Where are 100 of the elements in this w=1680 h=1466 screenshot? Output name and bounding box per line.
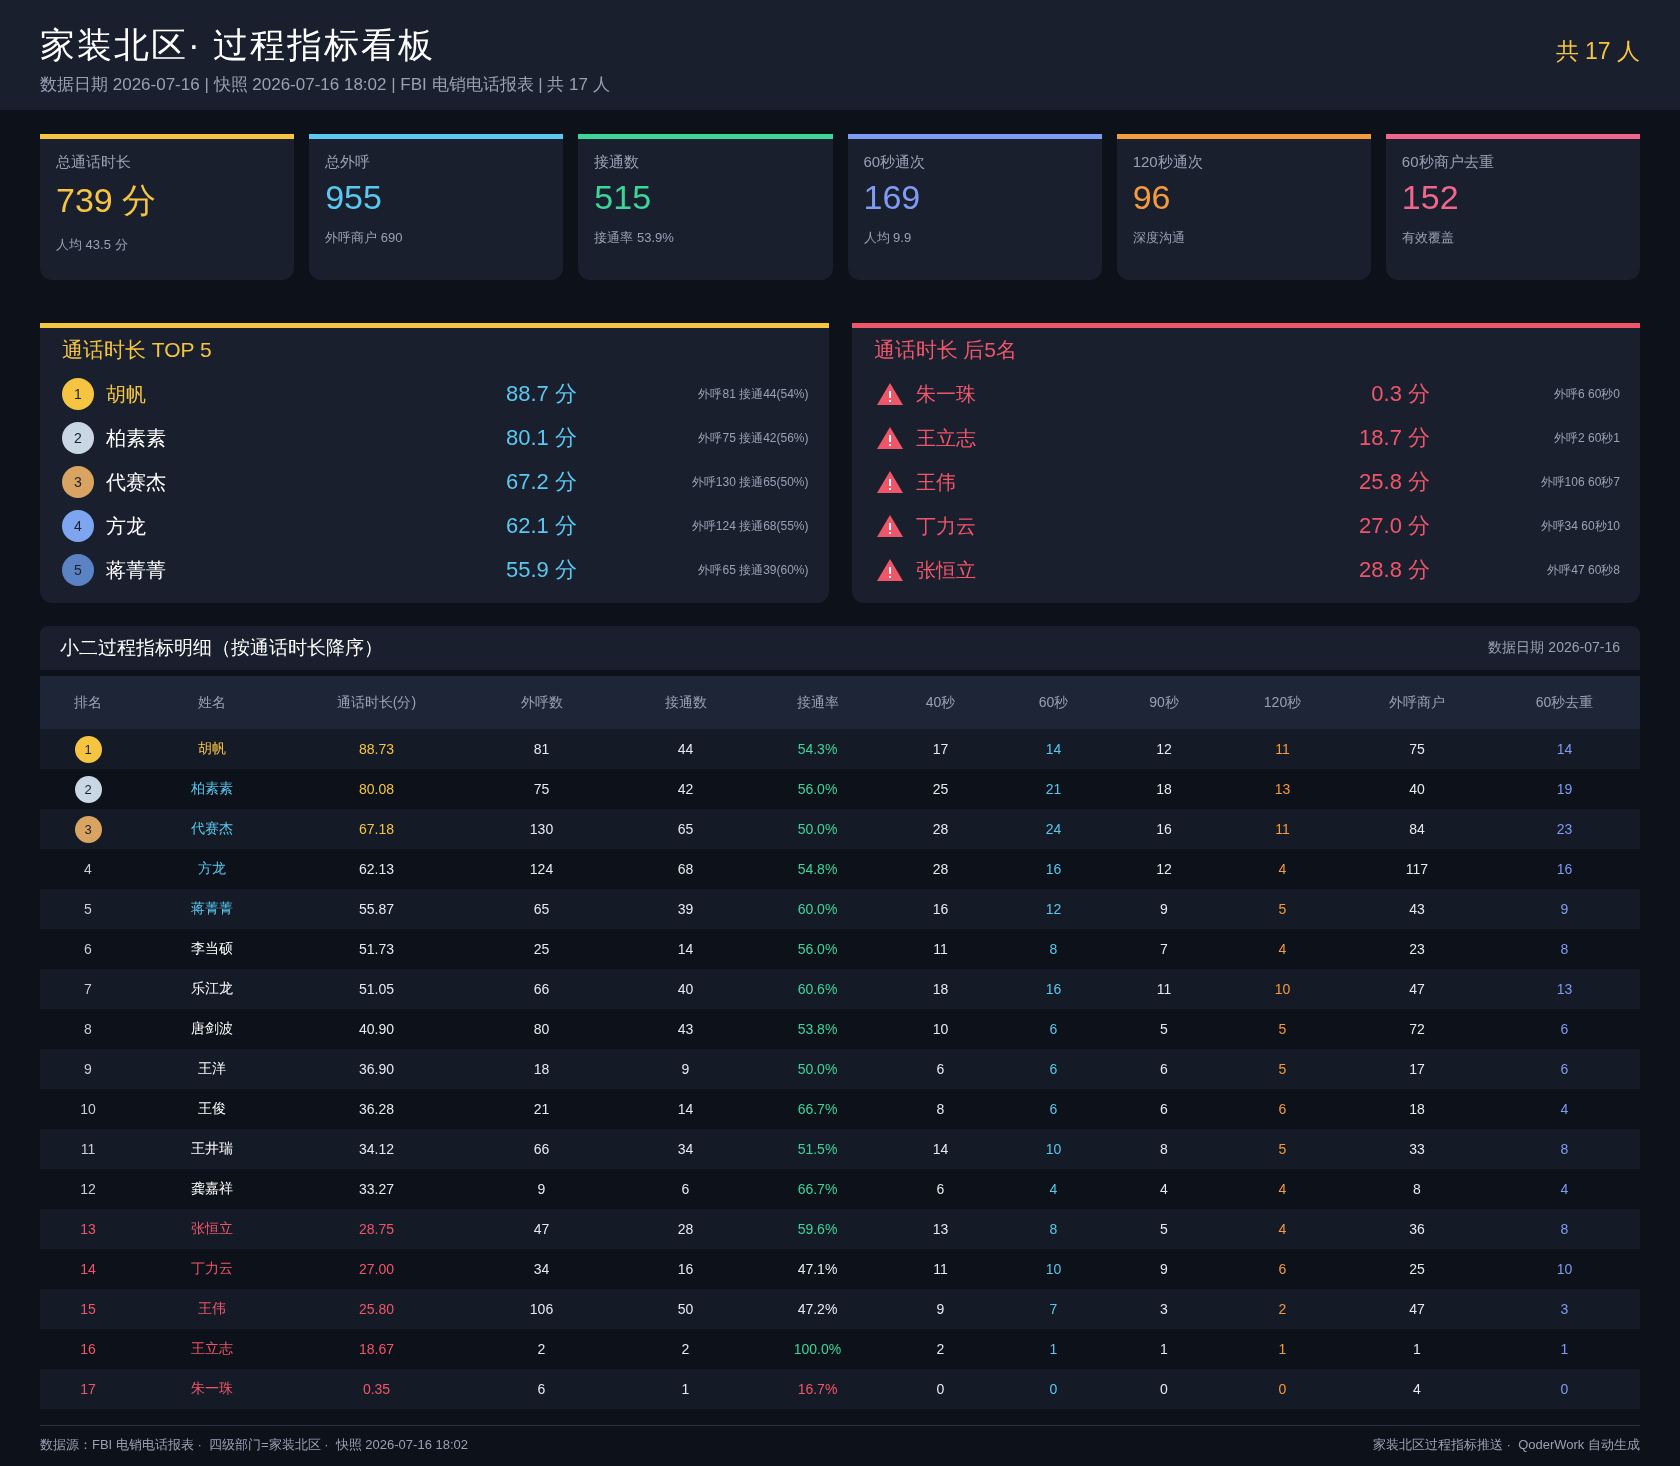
table-cell-text: 56.0% [796, 781, 839, 797]
table-cell-text: 54.3% [796, 741, 839, 757]
kpi-label: 接通数 [594, 153, 641, 172]
table-cell-text: 丁力云 [190, 1260, 234, 1278]
duration-value: 28.8 分 [1358, 556, 1430, 584]
table-cell-text: 9 [536, 1181, 547, 1197]
table-cell-text: 9 [1559, 901, 1570, 917]
table-cell-text: 8 [1048, 941, 1059, 957]
table-cell-text: 5 [1277, 1021, 1288, 1037]
table-cell-text: 28 [676, 1221, 695, 1237]
table-cell-text: 34.12 [357, 1141, 395, 1157]
table-cell-text: 84 [1408, 821, 1426, 837]
table-cell-text: 4 [1277, 861, 1288, 877]
table-cell-text: 17 [1408, 1061, 1426, 1077]
table-cell-text: 10 [1044, 1261, 1063, 1277]
table-cell-text: 36.28 [357, 1101, 395, 1117]
table-cell-text: 4 [1048, 1181, 1059, 1197]
table-cell-text: 14 [931, 1141, 950, 1157]
person-name: 柏素素 [106, 425, 167, 451]
table-cell-text: 王洋 [197, 1060, 227, 1078]
table-cell-text: 6 [1559, 1061, 1570, 1077]
table-cell-text: 16 [676, 1261, 695, 1277]
person-name: 方龙 [106, 513, 147, 539]
kpi-value: 96 [1132, 178, 1172, 217]
table-cell-text: 胡帆 [197, 740, 227, 758]
table-cell-text: 21 [532, 1101, 551, 1117]
kpi-note: 有效覆盖 [1401, 229, 1455, 247]
table-cell-text: 39 [676, 901, 695, 917]
table-cell-text: 40 [676, 981, 695, 997]
kpi-value: 739 分 [56, 180, 158, 221]
table-cell-text: 6 [1559, 1021, 1570, 1037]
table-cell-text: 7 [1048, 1301, 1059, 1317]
table-cell-text: 2 [536, 1341, 547, 1357]
kpi-label: 120秒通次 [1132, 153, 1204, 172]
kpi-value: 955 [325, 178, 383, 217]
duration-value: 55.9 分 [506, 556, 578, 584]
table-cell-text: 25.80 [357, 1301, 395, 1317]
call-detail: 外呼81 接通44(54%) [697, 385, 809, 403]
rank-medal: 4 [62, 510, 94, 542]
table-cell-text: 14 [1555, 741, 1574, 757]
table-cell-text: 72 [1408, 1021, 1426, 1037]
table-cell-text: 42 [676, 781, 695, 797]
table-cell-text: 66 [532, 981, 551, 997]
table-cell-text: 43 [1408, 901, 1426, 917]
duration-value: 25.8 分 [1358, 468, 1430, 496]
table-cell-text: 0 [1048, 1381, 1059, 1397]
table-cell-text: 34 [532, 1261, 551, 1277]
kpi-note: 人均 43.5 分 [56, 236, 129, 254]
rank-medal: 3 [74, 815, 102, 843]
table-cell-text: 8 [935, 1101, 946, 1117]
table-cell-text: 67.18 [357, 821, 395, 837]
rank-medal: 2 [74, 775, 102, 803]
table-cell-text: 1 [1159, 1341, 1169, 1357]
table-cell-text: 27.00 [357, 1261, 395, 1277]
person-name: 胡帆 [106, 381, 147, 407]
table-cell-text: 47 [1408, 1301, 1426, 1317]
table-cell-text: 66.7% [796, 1181, 839, 1197]
table-cell-text: 6 [83, 941, 93, 957]
column-header: 外呼商户 [1388, 693, 1446, 712]
table-cell-text: 6 [1048, 1061, 1059, 1077]
table-cell-text: 106 [528, 1301, 555, 1317]
table-cell-text: 4 [1559, 1181, 1570, 1197]
table-cell-text: 124 [528, 861, 555, 877]
call-detail: 外呼124 接通68(55%) [690, 517, 809, 535]
table-cell-text: 2 [1277, 1301, 1288, 1317]
table-cell-text: 50 [676, 1301, 695, 1317]
call-detail: 外呼106 60秒7 [1539, 473, 1620, 491]
table-cell-text: 47 [1408, 981, 1426, 997]
table-cell-text: 16 [79, 1341, 97, 1357]
dashboard-subtitle: 数据日期 2026-07-16 | 快照 2026-07-16 18:02 | FBI 电销电话报表 | 共 17 人 [40, 74, 610, 96]
table-cell-text: 55.87 [357, 901, 395, 917]
duration-value: 0.3 分 [1370, 380, 1430, 408]
table-cell-text: 11 [79, 1141, 97, 1157]
table-cell-text: 60.0% [796, 901, 839, 917]
table-cell-text: 2 [680, 1341, 691, 1357]
table-cell-text: 柏素素 [190, 780, 234, 798]
footer-source: 数据源：FBI 电销电话报表 · 四级部门=家装北区 · 快照 2026-07-16 18:02 [40, 1436, 468, 1454]
call-detail: 外呼65 接通39(60%) [697, 561, 809, 579]
table-cell-text: 李当硕 [190, 940, 234, 958]
kpi-note: 外呼商户 690 [325, 229, 404, 247]
call-detail: 外呼6 60秒0 [1552, 385, 1620, 403]
table-cell-text: 21 [1044, 781, 1063, 797]
table-cell-text: 40.90 [357, 1021, 395, 1037]
table-cell-text: 8 [1559, 941, 1570, 957]
call-detail: 外呼34 60秒10 [1539, 517, 1620, 535]
duration-value: 62.1 分 [506, 512, 578, 540]
table-cell-text: 51.73 [357, 941, 395, 957]
table-cell-text: 3 [1559, 1301, 1570, 1317]
panel-title: 通话时长 TOP 5 [62, 337, 213, 363]
table-cell-text: 75 [532, 781, 551, 797]
table-cell-text: 33.27 [357, 1181, 395, 1197]
table-cell-text: 51.5% [796, 1141, 839, 1157]
table-cell-text: 51.05 [357, 981, 395, 997]
table-cell-text: 1 [1277, 1341, 1288, 1357]
dashboard-title: 家装北区· 过程指标看板 [40, 24, 437, 66]
table-cell-text: 65 [676, 821, 695, 837]
table-cell-text: 0.35 [361, 1381, 392, 1397]
column-header: 40秒 [924, 693, 957, 712]
table-cell-text: 8 [1559, 1221, 1570, 1237]
column-header: 排名 [73, 693, 103, 712]
